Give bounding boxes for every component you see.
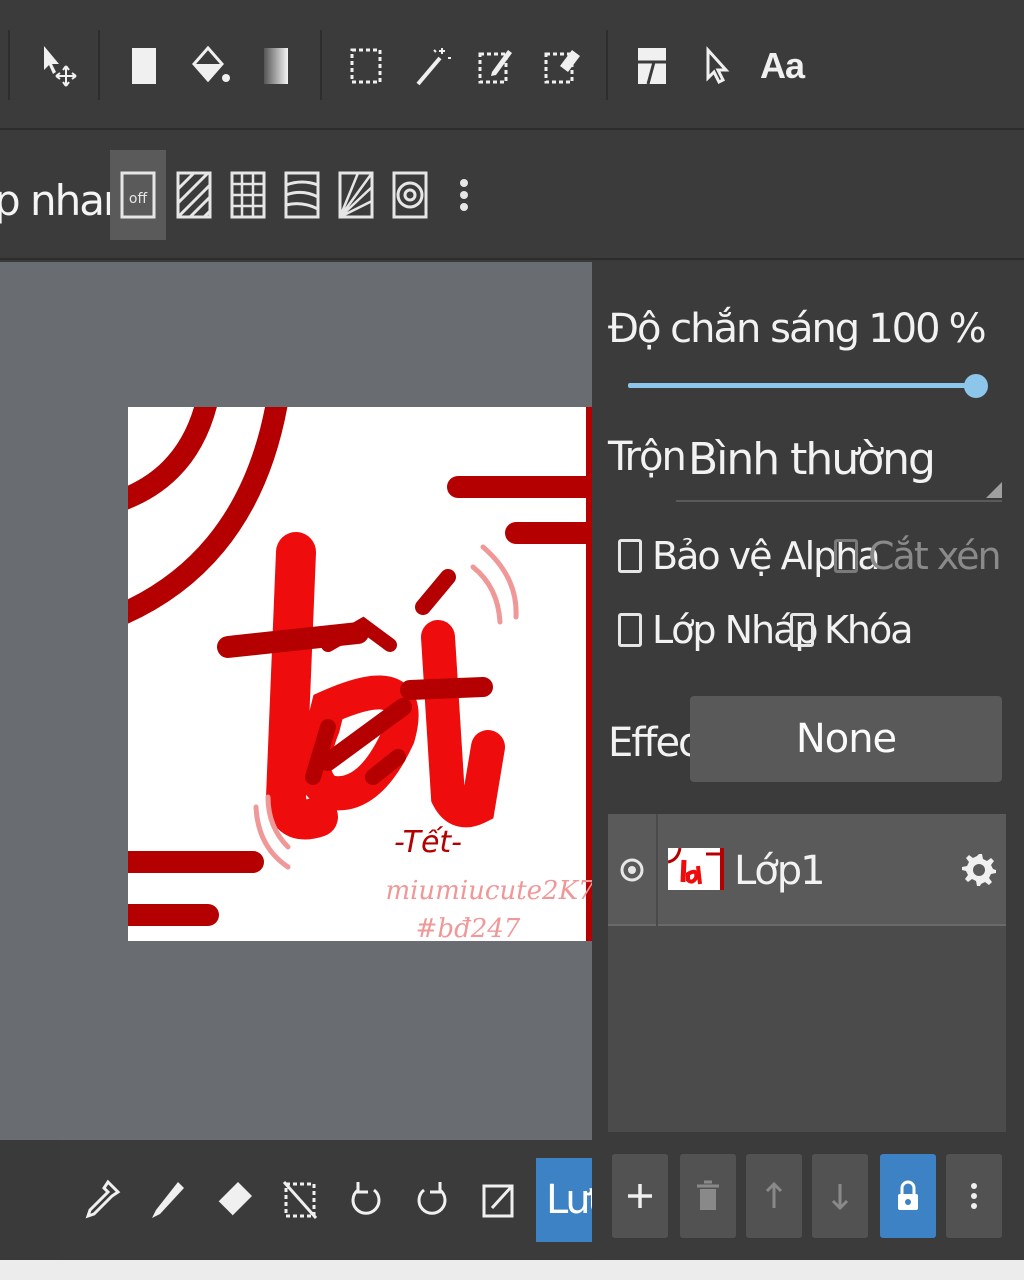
layer-panel: Độ chắn sáng 100% Trộn Bình thường Bảo vệ…	[592, 262, 1024, 1260]
opacity-slider[interactable]	[628, 374, 988, 398]
undo-icon[interactable]	[340, 1168, 392, 1232]
blend-mode-select[interactable]: Bình thường	[676, 424, 1002, 502]
text-tool-icon[interactable]: Aa	[756, 34, 808, 98]
artwork-drawing: -Tết- miumiucute2K7 #bđ247	[128, 407, 592, 941]
blend-mode-value: Bình thường	[688, 434, 936, 485]
opacity-slider-thumb[interactable]	[964, 374, 988, 398]
panel-icon[interactable]	[626, 34, 678, 98]
art-credit-line2: #bđ247	[416, 914, 521, 941]
snap-bar: p nhanh off	[0, 132, 1024, 260]
toolbar-separator	[8, 30, 10, 100]
snap-more-icon[interactable]	[436, 150, 492, 240]
eraser-icon[interactable]	[208, 1168, 260, 1232]
layer-more-button[interactable]	[946, 1154, 1002, 1238]
art-subtitle: -Tết-	[394, 825, 462, 860]
clipping-label: Cắt xén	[868, 534, 1002, 578]
gradient-icon[interactable]	[250, 34, 302, 98]
eyedropper-icon[interactable]	[76, 1168, 128, 1232]
opacity-label-text: Độ chắn sáng	[608, 306, 860, 352]
lock-icon	[898, 1180, 918, 1210]
clipping-checkbox[interactable]: Cắt xén	[834, 534, 1002, 578]
save-button[interactable]: Lưu	[536, 1158, 596, 1242]
redo-icon[interactable]	[406, 1168, 458, 1232]
pen-icon[interactable]	[142, 1168, 194, 1232]
snap-radial-icon[interactable]	[328, 150, 384, 240]
delete-layer-button[interactable]	[680, 1154, 736, 1238]
gear-icon[interactable]	[960, 844, 998, 894]
magic-wand-icon[interactable]	[406, 34, 458, 98]
transform-icon[interactable]	[472, 1168, 524, 1232]
more-vertical-icon	[971, 1183, 977, 1209]
canvas-area[interactable]: -Tết- miumiucute2K7 #bđ247	[0, 262, 592, 1140]
checkbox-box-icon	[834, 539, 858, 573]
layer-thumbnail	[668, 848, 724, 890]
blend-label: Trộn	[608, 434, 687, 480]
effect-button[interactable]: None	[690, 696, 1002, 782]
artwork-canvas[interactable]: -Tết- miumiucute2K7 #bđ247	[128, 407, 592, 941]
dropdown-corner-icon	[986, 482, 1002, 498]
checkbox-box-icon	[790, 613, 814, 647]
bucket-fill-icon[interactable]	[184, 34, 236, 98]
opacity-value: 100	[868, 306, 940, 352]
deselect-icon[interactable]	[274, 1168, 326, 1232]
rectangle-fill-icon[interactable]	[118, 34, 170, 98]
art-credit-line1: miumiucute2K7	[385, 876, 592, 906]
snap-grid-icon[interactable]	[220, 150, 276, 240]
lock-checkbox[interactable]: Khóa	[790, 608, 914, 652]
layer-name: Lớp1	[734, 848, 826, 894]
lock-label: Khóa	[824, 608, 914, 652]
add-layer-button[interactable]	[612, 1154, 668, 1238]
layer-lock-button[interactable]	[880, 1154, 936, 1238]
opacity-unit: %	[948, 306, 987, 352]
opacity-label: Độ chắn sáng 100%	[608, 306, 995, 352]
toolbar-separator	[320, 30, 322, 100]
bottom-toolbar: Lưu	[58, 1140, 596, 1258]
system-bar	[0, 1260, 1024, 1280]
move-tool-icon[interactable]	[32, 34, 84, 98]
select-rect-icon[interactable]	[340, 34, 392, 98]
opacity-slider-track[interactable]	[628, 383, 976, 388]
app-window: Aa p nhanh off -Tết- miumiucute2K7 #bđ24…	[0, 0, 1024, 1280]
text-tool-label: Aa	[759, 45, 805, 86]
checkbox-box-icon	[618, 539, 642, 573]
select-pen-icon[interactable]	[470, 34, 522, 98]
move-layer-down-button[interactable]	[812, 1154, 868, 1238]
snap-parallel-icon[interactable]	[166, 150, 222, 240]
select-eraser-icon[interactable]	[536, 34, 588, 98]
toolbar-separator	[606, 30, 608, 100]
snap-off-button[interactable]: off	[110, 150, 166, 240]
draft-layer-checkbox[interactable]: Lớp Nháp	[618, 608, 819, 652]
layer-row[interactable]: Lớp1	[608, 814, 1006, 926]
checkbox-box-icon	[618, 613, 642, 647]
snap-off-label: off	[129, 191, 148, 207]
move-layer-up-button[interactable]	[746, 1154, 802, 1238]
toolbar-separator	[98, 30, 100, 100]
snap-circle-icon[interactable]	[382, 150, 438, 240]
visibility-eye-icon[interactable]	[608, 814, 658, 926]
snap-curve-icon[interactable]	[274, 150, 330, 240]
operation-cursor-icon[interactable]	[690, 34, 742, 98]
top-toolbar: Aa	[0, 0, 1024, 130]
layer-list[interactable]: Lớp1	[608, 814, 1006, 1132]
